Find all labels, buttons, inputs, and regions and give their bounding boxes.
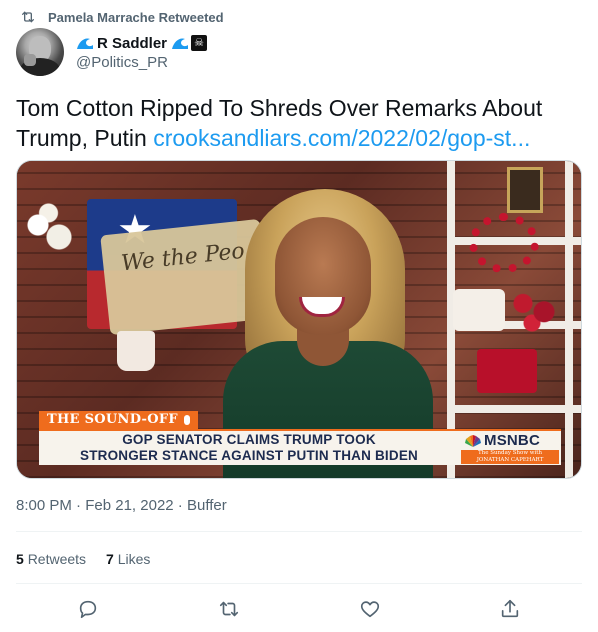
presenter-face bbox=[275, 217, 371, 335]
retweets-stat[interactable]: 5 Retweets bbox=[16, 551, 86, 567]
show-name-strip: The Sunday Show with JONATHAN CAPEHART bbox=[461, 450, 559, 464]
retweet-context[interactable]: Pamela Marrache Retweeted bbox=[16, 8, 224, 26]
news-lower-third: THE SOUND-OFF GOP SENATOR CLAIMS TRUMP T… bbox=[39, 411, 561, 467]
divider bbox=[16, 583, 582, 584]
share-icon bbox=[501, 599, 519, 618]
tweet-timestamp: 8:00 PM · Feb 21, 2022 · Buffer bbox=[16, 497, 227, 514]
pillow-decoration bbox=[453, 289, 505, 331]
tweet-text: Tom Cotton Ripped To Shreds Over Remarks… bbox=[16, 93, 582, 153]
red-sign-decoration bbox=[477, 349, 537, 393]
likes-label: Likes bbox=[117, 551, 151, 567]
retweets-count: 5 bbox=[16, 551, 24, 567]
headline-line-2: STRONGER STANCE AGAINST PUTIN THAN BIDEN bbox=[79, 448, 418, 463]
likes-stat[interactable]: 7 Likes bbox=[106, 551, 150, 567]
mug-decoration bbox=[117, 331, 155, 371]
share-button[interactable] bbox=[499, 598, 521, 620]
tweet-author: R Saddler ☠ @Politics_PR bbox=[16, 28, 208, 76]
portrait-frame bbox=[507, 167, 543, 213]
divider bbox=[16, 531, 582, 532]
reply-button[interactable] bbox=[77, 598, 99, 620]
like-button[interactable] bbox=[359, 598, 381, 620]
network-name: MSNBC bbox=[484, 432, 540, 449]
author-handle[interactable]: @Politics_PR bbox=[76, 54, 207, 71]
tweet-stats: 5 Retweets 7 Likes bbox=[16, 551, 170, 567]
segment-label-text: THE SOUND-OFF bbox=[47, 412, 178, 427]
show-line-1: The Sunday Show with bbox=[477, 450, 543, 456]
retweets-label: Retweets bbox=[27, 551, 87, 567]
wave-icon bbox=[77, 38, 93, 49]
retweet-context-text: Pamela Marrache Retweeted bbox=[48, 9, 224, 25]
roses-decoration bbox=[505, 281, 565, 337]
tweet-source[interactable]: Buffer bbox=[187, 497, 227, 514]
likes-count: 7 bbox=[106, 551, 114, 567]
tweet-actions bbox=[0, 594, 598, 624]
heart-wreath-decoration bbox=[469, 213, 539, 273]
tweet-date[interactable]: Feb 21, 2022 bbox=[85, 497, 173, 514]
retweet-icon bbox=[22, 11, 34, 23]
retweet-icon bbox=[219, 601, 239, 617]
wave-icon bbox=[172, 38, 189, 49]
segment-label: THE SOUND-OFF bbox=[39, 411, 198, 429]
tweet-time[interactable]: 8:00 PM bbox=[16, 497, 72, 514]
peacock-icon bbox=[465, 434, 481, 447]
display-name-row[interactable]: R Saddler ☠ bbox=[76, 33, 208, 53]
headline-box: GOP SENATOR CLAIMS TRUMP TOOK STRONGER S… bbox=[39, 429, 459, 465]
msnbc-logo: MSNBC bbox=[465, 432, 540, 449]
constitution-script: We the Peo bbox=[119, 238, 246, 277]
tweet-media[interactable]: ★ We the Peo THE SOUND-OFF GOP SENATOR C… bbox=[16, 160, 582, 479]
pirate-flag-icon: ☠ bbox=[191, 35, 208, 51]
reply-icon bbox=[79, 600, 97, 619]
network-logo-box: MSNBC The Sunday Show with JONATHAN CAPE… bbox=[459, 429, 561, 465]
avatar[interactable] bbox=[16, 28, 64, 76]
meta-separator: · bbox=[173, 497, 187, 514]
retweet-button[interactable] bbox=[218, 598, 240, 620]
show-line-2: JONATHAN CAPEHART bbox=[476, 457, 544, 463]
display-name[interactable]: R Saddler bbox=[97, 35, 167, 52]
flowers-decoration bbox=[17, 201, 87, 261]
headline-line-1: GOP SENATOR CLAIMS TRUMP TOOK bbox=[122, 432, 376, 447]
meta-separator: · bbox=[71, 497, 86, 514]
author-names: R Saddler ☠ @Politics_PR bbox=[76, 33, 208, 71]
like-icon bbox=[360, 601, 380, 618]
tweet-link[interactable]: crooksandliars.com/2022/02/gop-st... bbox=[153, 125, 530, 151]
microphone-icon bbox=[183, 414, 190, 425]
